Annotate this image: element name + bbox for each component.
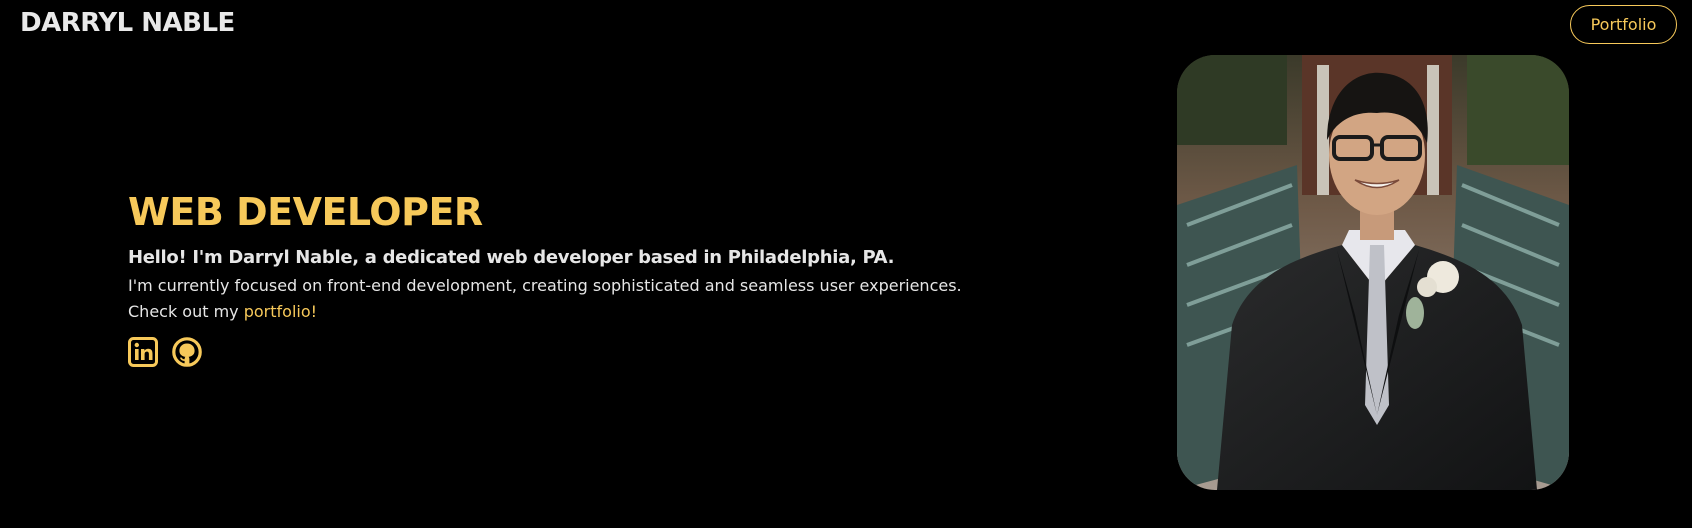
hero-description: I'm currently focused on front-end devel… — [128, 276, 962, 295]
hero-subtitle: Hello! I'm Darryl Nable, a dedicated web… — [128, 247, 895, 268]
hero-section: WEB DEVELOPER Hello! I'm Darryl Nable, a… — [128, 188, 1028, 367]
profile-photo — [1177, 55, 1569, 490]
github-icon — [172, 337, 202, 367]
brand-logo[interactable]: DARRYL NABLE — [20, 8, 235, 38]
linkedin-icon — [128, 337, 158, 367]
github-link[interactable] — [172, 337, 202, 367]
site-header: DARRYL NABLE Portfolio — [0, 0, 1692, 50]
profile-photo-image — [1177, 55, 1569, 490]
linkedin-link[interactable] — [128, 337, 158, 367]
hero-cta-text: Check out my — [128, 302, 244, 321]
social-links — [128, 337, 1028, 367]
portfolio-button[interactable]: Portfolio — [1570, 5, 1677, 44]
hero-cta: Check out my portfolio! — [128, 299, 1028, 325]
portfolio-link[interactable]: portfolio! — [244, 302, 317, 321]
hero-title: WEB DEVELOPER — [128, 190, 483, 234]
